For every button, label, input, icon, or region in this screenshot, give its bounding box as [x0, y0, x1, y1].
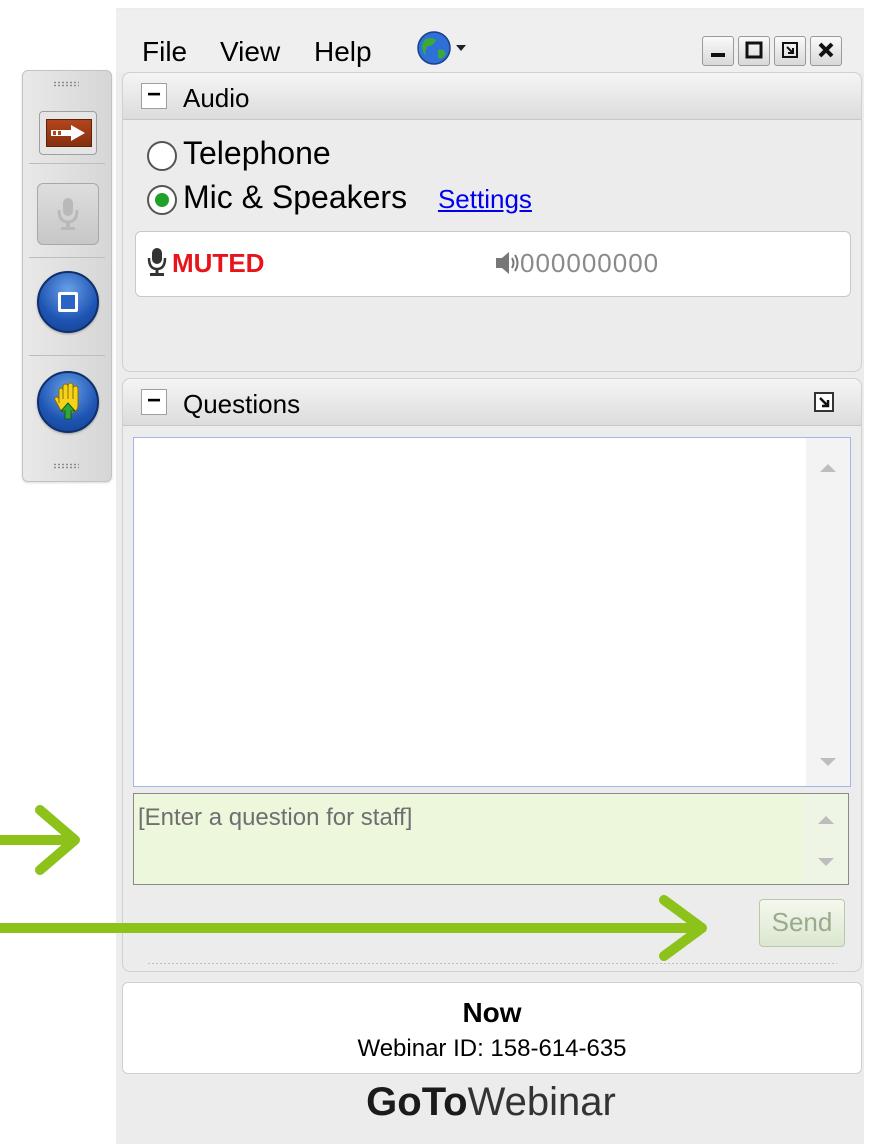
arrow-icon	[46, 119, 92, 147]
microphone-icon	[55, 196, 81, 237]
questions-collapse-button[interactable]: −	[141, 389, 167, 415]
audio-settings-link[interactable]: Settings	[438, 184, 532, 214]
telephone-label: Telephone	[183, 135, 331, 171]
menu-view[interactable]: View	[220, 36, 280, 68]
telephone-option[interactable]: Telephone	[147, 135, 331, 172]
speaker-icon	[494, 250, 522, 281]
audio-collapse-button[interactable]: −	[141, 83, 167, 109]
scroll-down-arrow[interactable]	[820, 758, 836, 766]
side-toolbar	[22, 70, 112, 482]
speaker-level-meter: 000000000	[520, 248, 660, 278]
bottom-grip-handle[interactable]	[53, 463, 79, 469]
question-input-placeholder: [Enter a question for staff]	[138, 804, 413, 831]
audio-panel: − Audio Telephone Mic & Speakers Setting…	[122, 72, 862, 372]
microphone-icon	[146, 246, 168, 283]
screen-share-button[interactable]	[37, 271, 99, 333]
input-scroll-up-arrow[interactable]	[818, 816, 834, 824]
menu-bar: File View Help	[116, 10, 864, 72]
session-status: Now	[462, 997, 522, 1028]
logo-webinar: Webinar	[467, 1080, 616, 1124]
send-button[interactable]: Send	[759, 899, 845, 947]
mic-speakers-radio[interactable]	[147, 184, 177, 215]
minimize-button[interactable]	[702, 36, 734, 66]
questions-panel-header: − Questions	[123, 379, 861, 426]
microphone-toggle-button[interactable]	[37, 183, 99, 245]
globe-icon	[416, 31, 478, 70]
question-log[interactable]	[133, 437, 851, 787]
top-grip-handle[interactable]	[53, 81, 79, 87]
question-log-scrollbar[interactable]	[806, 438, 850, 786]
close-button[interactable]	[810, 36, 842, 66]
gotowebinar-logo: GoToWebinar	[122, 1080, 860, 1140]
question-input[interactable]: [Enter a question for staff]	[133, 793, 849, 885]
menu-help[interactable]: Help	[314, 36, 372, 68]
audio-status-box: MUTED 000000000	[135, 231, 851, 297]
audio-panel-header: − Audio	[123, 73, 861, 120]
mic-speakers-option[interactable]: Mic & Speakers Settings	[147, 179, 532, 216]
raise-hand-button[interactable]	[37, 371, 99, 433]
session-info-box: Now Webinar ID: 158-614-635	[122, 982, 862, 1074]
questions-panel-title: Questions	[183, 389, 301, 419]
raise-hand-icon	[51, 381, 85, 426]
menu-file[interactable]: File	[142, 36, 187, 68]
webinar-id: Webinar ID: 158-614-635	[357, 1035, 627, 1062]
popout-icon[interactable]	[813, 391, 835, 413]
popout-button[interactable]	[774, 36, 806, 66]
mic-speakers-label: Mic & Speakers	[183, 179, 408, 215]
mute-status-label: MUTED	[172, 248, 265, 278]
show-hide-control-panel-button[interactable]	[39, 111, 97, 155]
maximize-button[interactable]	[738, 36, 770, 66]
scroll-up-arrow[interactable]	[820, 464, 836, 472]
screen-icon	[56, 290, 80, 319]
logo-goto: GoTo	[366, 1080, 468, 1124]
telephone-radio[interactable]	[147, 140, 177, 171]
audio-panel-title: Audio	[183, 83, 250, 113]
language-menu[interactable]	[416, 30, 478, 71]
question-input-scrollbar[interactable]	[804, 794, 848, 884]
questions-panel: − Questions [Enter a question for staff]…	[122, 378, 862, 972]
input-scroll-down-arrow[interactable]	[818, 858, 834, 866]
